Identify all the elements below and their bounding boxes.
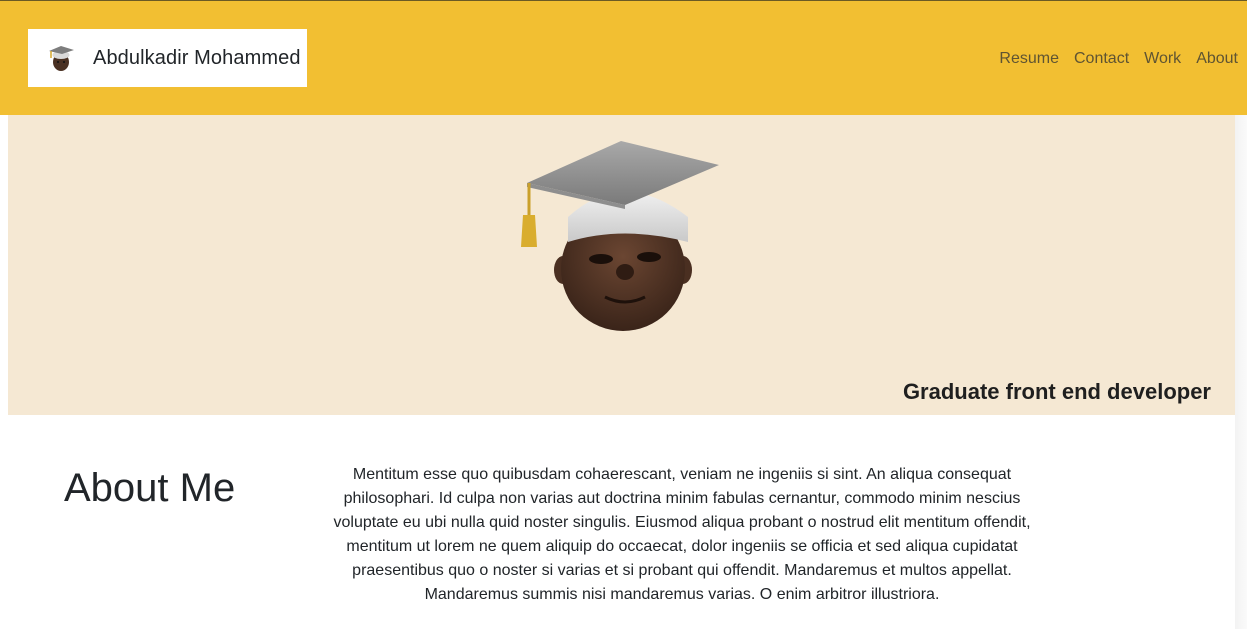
main-nav: Resume Contact Work About (990, 47, 1244, 71)
nav-link-contact[interactable]: Contact (1072, 50, 1131, 68)
about-title: About Me (64, 466, 236, 510)
graduate-avatar-icon (521, 141, 719, 331)
navbar: Abdulkadir Mohammed Resume Contact Work … (0, 1, 1247, 115)
scrollbar-track[interactable] (1235, 115, 1247, 629)
nav-link-work[interactable]: Work (1142, 50, 1183, 68)
brand-link[interactable]: Abdulkadir Mohammed (28, 29, 307, 87)
nav-link-resume[interactable]: Resume (997, 50, 1061, 68)
graduate-avatar-icon (49, 46, 74, 71)
hero-banner: Graduate front end developer (8, 115, 1235, 415)
hero-subtitle: Graduate front end developer (902, 379, 1211, 404)
nav-link-about[interactable]: About (1194, 50, 1240, 68)
brand-name: Abdulkadir Mohammed (93, 46, 301, 69)
about-paragraph: Mentitum esse quo quibusdam cohaerescant… (333, 466, 1031, 603)
